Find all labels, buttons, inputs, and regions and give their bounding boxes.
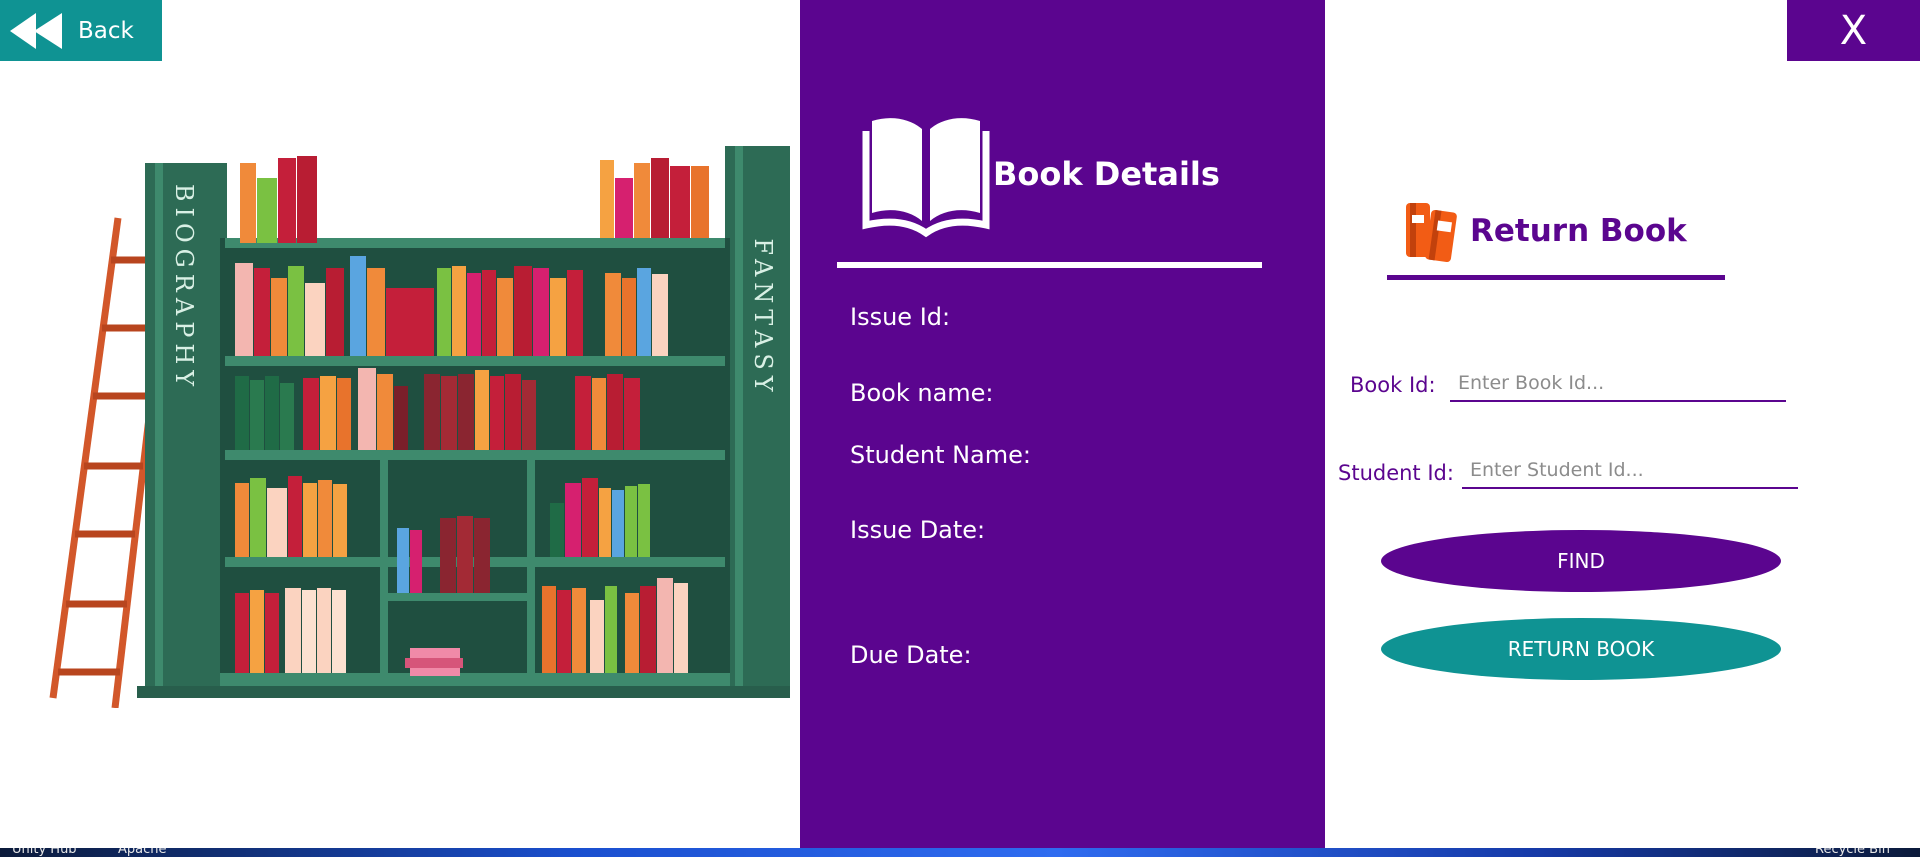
student-id-input[interactable] xyxy=(1462,453,1798,489)
biography-sign: BIOGRAPHY xyxy=(170,184,198,392)
open-book-icon xyxy=(862,118,990,238)
back-label: Back xyxy=(78,17,134,44)
book-details-title: Book Details xyxy=(993,155,1220,193)
return-divider xyxy=(1387,275,1725,280)
book-id-input[interactable] xyxy=(1450,366,1786,402)
return-book-window: Back X BIOGRAPHY FANTASY Book Details Is… xyxy=(0,0,1920,848)
details-divider xyxy=(837,262,1262,268)
fantasy-sign: FANTASY xyxy=(749,238,777,397)
rewind-icon xyxy=(10,12,64,49)
return-book-button[interactable]: RETURN BOOK xyxy=(1381,618,1781,680)
find-button[interactable]: FIND xyxy=(1381,530,1781,592)
due-date-label: Due Date: xyxy=(850,641,972,669)
book-id-label: Book Id: xyxy=(1350,373,1436,397)
book-name-label: Book name: xyxy=(850,379,994,407)
books-icon xyxy=(1406,203,1457,263)
taskbar-item[interactable]: Apache xyxy=(118,848,167,857)
taskbar-item[interactable]: Unity Hub xyxy=(12,848,77,857)
bookshelf-illustration: BIOGRAPHY FANTASY xyxy=(49,146,790,708)
issue-date-label: Issue Date: xyxy=(850,516,986,544)
student-name-label: Student Name: xyxy=(850,441,1031,469)
student-id-label: Student Id: xyxy=(1338,461,1454,485)
return-book-title: Return Book xyxy=(1470,213,1687,249)
book-details-panel: Book Details Issue Id: Book name: Studen… xyxy=(800,0,1325,848)
issue-id-label: Issue Id: xyxy=(850,303,951,331)
taskbar-item[interactable]: Recycle Bin xyxy=(1815,848,1890,857)
close-button[interactable]: X xyxy=(1787,0,1920,61)
back-button[interactable]: Back xyxy=(0,0,162,61)
desktop-taskbar-strip: Unity Hub Apache Recycle Bin xyxy=(0,848,1920,857)
